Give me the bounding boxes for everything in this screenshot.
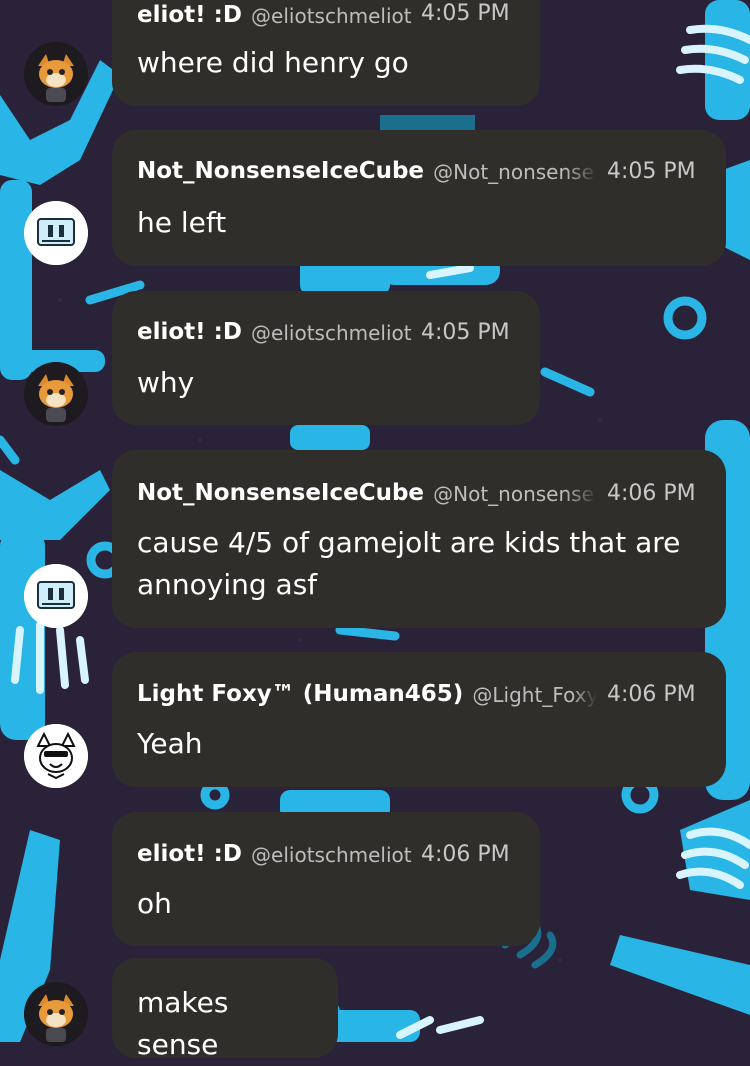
- user-handle[interactable]: @Not_nonsense: [433, 160, 598, 184]
- message-header: Not_NonsenseIceCube @Not_nonsense: [137, 480, 602, 506]
- user-handle[interactable]: @Light_Foxy: [472, 683, 597, 707]
- message-text: oh: [137, 887, 172, 920]
- fox-avatar-icon: [24, 982, 88, 1046]
- username[interactable]: Not_NonsenseIceCube: [137, 158, 424, 184]
- username[interactable]: eliot! :D: [137, 319, 242, 345]
- timestamp: 4:05 PM: [421, 1, 510, 26]
- timestamp: 4:06 PM: [607, 481, 696, 506]
- message-text: where did henry go: [137, 46, 409, 79]
- user-avatar[interactable]: [24, 201, 88, 265]
- foxy-avatar-icon: [24, 724, 88, 788]
- timestamp: 4:06 PM: [607, 682, 696, 707]
- timestamp: 4:05 PM: [607, 159, 696, 184]
- message-bubble: eliot! :D @eliotschmeliot 4:05 PM why: [112, 291, 540, 425]
- user-avatar[interactable]: [24, 724, 88, 788]
- fox-avatar-icon: [24, 362, 88, 426]
- user-handle[interactable]: @eliotschmeliot: [251, 321, 412, 345]
- timestamp: 4:06 PM: [421, 842, 510, 867]
- user-handle[interactable]: @eliotschmeliot: [251, 843, 412, 867]
- message-bubble: makes sense: [112, 958, 338, 1061]
- message-bubble: Not_NonsenseIceCube @Not_nonsense 4:05 P…: [112, 130, 726, 266]
- fox-avatar-icon: [24, 42, 88, 106]
- user-handle[interactable]: @Not_nonsense: [433, 482, 598, 506]
- timestamp: 4:05 PM: [421, 320, 510, 345]
- message-bubble: eliot! :D @eliotschmeliot 4:05 PM where …: [112, 0, 540, 106]
- message-text: Yeah: [137, 727, 203, 760]
- user-avatar[interactable]: [24, 982, 88, 1046]
- user-avatar[interactable]: [24, 564, 88, 628]
- message-bubble: Not_NonsenseIceCube @Not_nonsense 4:06 P…: [112, 450, 726, 628]
- username[interactable]: eliot! :D: [137, 841, 242, 867]
- user-avatar[interactable]: [24, 362, 88, 426]
- icecube-avatar-icon: [24, 564, 88, 628]
- message-bubble: eliot! :D @eliotschmeliot 4:06 PM oh: [112, 812, 540, 946]
- message-header: Not_NonsenseIceCube @Not_nonsense: [137, 158, 602, 184]
- username[interactable]: Not_NonsenseIceCube: [137, 480, 424, 506]
- message-header: Light Foxy™ (Human465) @Light_Foxy: [137, 681, 602, 707]
- message-text: he left: [137, 206, 227, 239]
- user-avatar[interactable]: [24, 42, 88, 106]
- message-bubble: Light Foxy™ (Human465) @Light_Foxy 4:06 …: [112, 652, 726, 787]
- username[interactable]: Light Foxy™ (Human465): [137, 681, 463, 707]
- message-text: why: [137, 366, 195, 399]
- message-text: makes sense: [137, 986, 229, 1061]
- username[interactable]: eliot! :D: [137, 2, 242, 28]
- user-handle[interactable]: @eliotschmeliot: [251, 4, 412, 28]
- icecube-avatar-icon: [24, 201, 88, 265]
- message-text: cause 4/5 of gamejolt are kids that are …: [137, 526, 681, 601]
